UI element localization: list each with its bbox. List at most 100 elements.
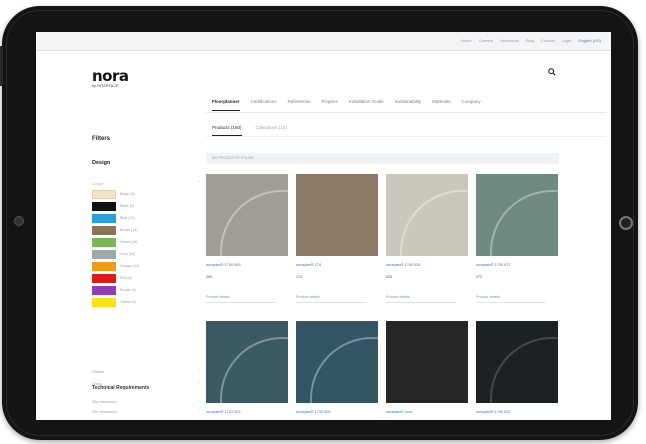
brand-logo[interactable]: nora (92, 67, 129, 85)
colour-option[interactable]: Orange (12) (92, 262, 200, 272)
product-details-link[interactable]: Product details (476, 294, 546, 303)
design-heading[interactable]: Design (92, 160, 110, 166)
product-name[interactable]: noraplan® 1790 002 (476, 409, 558, 415)
product-code: 069 (206, 275, 212, 279)
nav-item-materials[interactable]: Materials (432, 98, 450, 111)
product-image[interactable] (386, 321, 468, 403)
results-count-bar: 160 PRODUCTS FOUND (206, 153, 559, 164)
filters-heading: Filters (92, 136, 111, 142)
utility-bar: Home Careers Newsroom Blog Contact Login… (36, 32, 611, 51)
chevron-down-icon[interactable]: ˇ (198, 370, 200, 376)
product-image[interactable] (476, 321, 558, 403)
colour-option[interactable]: Brown (14) (92, 226, 200, 236)
product-details-link[interactable]: Product details (206, 294, 276, 303)
colour-option[interactable]: Beige (8) (92, 190, 200, 200)
product-card[interactable]: noraplan® 1730 072 072 Product details (476, 174, 558, 303)
nav-item-floorplanner[interactable]: Floorplanner (212, 98, 240, 111)
product-image[interactable] (206, 174, 288, 256)
nav-item-references[interactable]: References (288, 98, 311, 111)
product-card[interactable]: noraplan® lona (386, 321, 468, 415)
colour-option[interactable]: Purple (4) (92, 286, 200, 296)
colour-option[interactable]: Blue (12) (92, 214, 200, 224)
nav-item-installation-guide[interactable]: Installation Guide (349, 98, 384, 111)
colour-option-label: Purple (4) (120, 288, 136, 292)
pattern-filter[interactable]: Pattern ˇ (92, 370, 200, 378)
utility-link-newsroom[interactable]: Newsroom (500, 37, 519, 45)
product-image[interactable] (476, 174, 558, 256)
product-image[interactable] (206, 321, 288, 403)
product-image[interactable] (296, 321, 378, 403)
tablet-home-dot (14, 216, 24, 226)
product-image-ring (310, 337, 378, 403)
product-name[interactable]: noraplan® lona (386, 409, 468, 415)
utility-link-home[interactable]: Home (461, 37, 472, 45)
product-details-link[interactable]: Product details (386, 294, 456, 303)
product-name[interactable]: noraplan® 174 (296, 262, 378, 268)
slip-resistance-filter[interactable]: Slip resistance ˇ (92, 400, 200, 408)
product-image[interactable] (296, 174, 378, 256)
colour-option[interactable]: Yellow (5) (92, 298, 200, 308)
colour-swatch (92, 214, 116, 223)
chevron-down-icon[interactable]: ˇ (198, 410, 200, 416)
nav-item-sustainability[interactable]: Sustainability (395, 98, 422, 111)
chevron-down-icon[interactable]: ˇ (198, 382, 200, 388)
tab-divider (206, 136, 606, 137)
product-image[interactable] (386, 174, 468, 256)
fire-resistance-filter[interactable]: Fire resistance ˇ (92, 410, 200, 418)
product-name[interactable]: noraplan® 1700 069 (206, 262, 288, 268)
product-name[interactable]: noraplan® 1722 003 (206, 409, 288, 415)
tab-collections[interactable]: Collections (10) (256, 124, 287, 136)
product-image-ring (490, 337, 558, 403)
brand-tagline: by INTERFACE (92, 84, 119, 88)
colour-swatch (92, 238, 116, 247)
product-name[interactable]: noraplan® 1700 026 (386, 262, 468, 268)
colour-option-label: Grey (34) (120, 252, 136, 256)
colour-option[interactable]: Green (18) (92, 238, 200, 248)
product-card[interactable]: noraplan® 174 174 Product details (296, 174, 378, 303)
colour-option[interactable]: Red (9) (92, 274, 200, 284)
colour-option-label: Yellow (5) (120, 300, 136, 304)
colour-swatch (92, 202, 116, 211)
colour-filter-header[interactable]: Colour ˆ (92, 180, 200, 188)
nav-item-company[interactable]: Company (461, 98, 480, 111)
product-details-link[interactable]: Product details (296, 294, 366, 303)
utility-link-careers[interactable]: Careers (479, 37, 493, 45)
product-card[interactable]: noraplan® 1722 003 (206, 321, 288, 415)
utility-link-contact[interactable]: Contact (541, 37, 555, 45)
product-card[interactable]: noraplan® 1700 069 069 Product details (206, 174, 288, 303)
colour-swatch-list: Beige (8) Black (6) Blue (12) Brown (14) Gre… (92, 190, 200, 308)
product-name[interactable]: noraplan® 1730 005 (296, 409, 378, 415)
product-card[interactable]: noraplan® 1730 005 (296, 321, 378, 415)
nav-item-projects[interactable]: Projects (322, 98, 338, 111)
technical-requirements-heading[interactable]: Technical Requirements (92, 385, 149, 391)
utility-links: Home Careers Newsroom Blog Contact Login… (461, 37, 601, 45)
colour-option-label: Red (9) (120, 276, 132, 280)
product-card[interactable]: noraplan® 1700 026 026 Product details (386, 174, 468, 303)
product-name[interactable]: noraplan® 1730 072 (476, 262, 558, 268)
colour-swatch (92, 286, 116, 295)
colour-filter: Colour ˆ Beige (8) Black (6) Blue (12) Brow… (92, 180, 200, 308)
language-selector[interactable]: English (US) (579, 37, 601, 45)
product-code: 072 (476, 275, 482, 279)
product-card[interactable]: noraplan® 1790 002 (476, 321, 558, 415)
product-code: 026 (386, 275, 392, 279)
product-image-ring (220, 337, 288, 403)
colour-option-label: Orange (12) (120, 264, 140, 268)
colour-filter-label: Colour (92, 182, 104, 186)
chevron-up-icon[interactable]: ˆ (198, 180, 200, 188)
colour-option-label: Brown (14) (120, 228, 138, 232)
colour-swatch (92, 274, 116, 283)
search-icon[interactable] (548, 68, 556, 76)
chevron-down-icon[interactable]: ˇ (198, 400, 200, 406)
utility-link-login[interactable]: Login (562, 37, 572, 45)
nav-item-certifications[interactable]: Certifications (251, 98, 277, 111)
colour-option[interactable]: Grey (34) (92, 250, 200, 260)
utility-link-blog[interactable]: Blog (526, 37, 534, 45)
pattern-filter-label: Pattern (92, 370, 105, 374)
tab-products[interactable]: Products (160) (212, 124, 242, 136)
colour-swatch (92, 226, 116, 235)
results-count: 160 PRODUCTS FOUND (211, 156, 255, 160)
colour-swatch (92, 262, 116, 271)
product-code: 174 (296, 275, 302, 279)
colour-option[interactable]: Black (6) (92, 202, 200, 212)
